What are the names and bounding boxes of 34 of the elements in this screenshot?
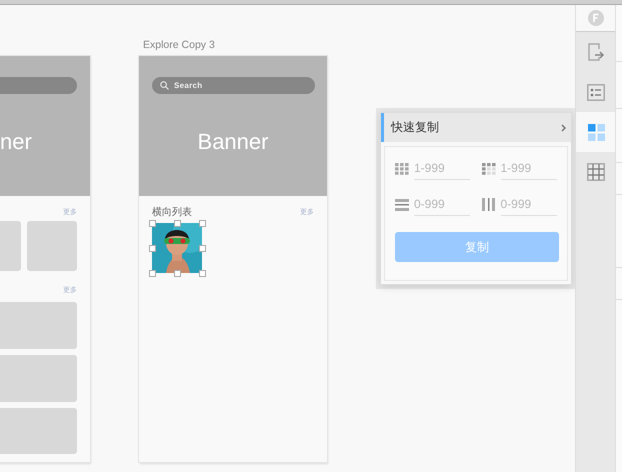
column-spacing-icon bbox=[482, 198, 496, 211]
banner-text: Banner bbox=[196, 129, 270, 155]
input-field[interactable]: 1-999 bbox=[414, 157, 470, 180]
search-field[interactable]: Search bbox=[152, 77, 315, 94]
grid-icon bbox=[395, 162, 409, 174]
resize-handle[interactable] bbox=[149, 245, 156, 252]
input-field[interactable]: 0-999 bbox=[500, 193, 556, 216]
tiles-icon bbox=[588, 124, 604, 140]
chevron-right-icon bbox=[561, 124, 566, 132]
resize-handle[interactable] bbox=[199, 220, 206, 227]
row-spacing-icon bbox=[395, 198, 409, 210]
panel-title: 快速复制 bbox=[391, 119, 439, 136]
tool-tab[interactable] bbox=[576, 112, 616, 152]
resize-handle[interactable] bbox=[199, 270, 206, 277]
tile-placeholder bbox=[27, 221, 77, 271]
resize-handle[interactable] bbox=[199, 245, 206, 252]
copy-button[interactable]: 复制 bbox=[395, 232, 559, 262]
artboard-title[interactable]: Explore Copy 3 bbox=[143, 39, 215, 51]
search-icon bbox=[160, 81, 169, 90]
resize-handle[interactable] bbox=[174, 220, 181, 227]
panel-header[interactable]: 快速复制 bbox=[381, 113, 571, 142]
section-title: 横向列表 bbox=[152, 206, 192, 219]
export-icon bbox=[587, 43, 605, 61]
search-placeholder: Search bbox=[174, 81, 202, 90]
logo-icon[interactable] bbox=[588, 10, 604, 26]
banner-text: ner bbox=[0, 129, 32, 155]
list-icon bbox=[587, 84, 605, 100]
resize-handle[interactable] bbox=[149, 270, 156, 277]
input-field[interactable]: 1-999 bbox=[500, 157, 556, 180]
table-icon bbox=[587, 163, 605, 181]
resize-handle[interactable] bbox=[149, 220, 156, 227]
input-field[interactable]: 0-999 bbox=[414, 193, 470, 216]
resize-handle[interactable] bbox=[174, 270, 181, 277]
grid-icon bbox=[482, 162, 496, 174]
